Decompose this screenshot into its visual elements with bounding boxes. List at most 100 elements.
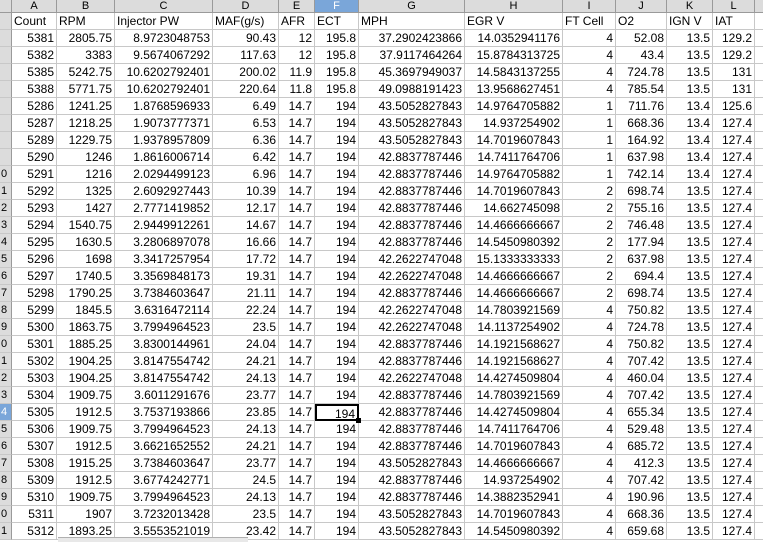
cell[interactable]: 3.8147554742 (115, 370, 213, 387)
cell[interactable]: 13.5 (667, 47, 713, 64)
cell[interactable]: 750.82 (616, 302, 667, 319)
cell[interactable]: 5301 (12, 336, 57, 353)
cell[interactable]: 195.8 (315, 30, 359, 47)
cell[interactable]: 194 (315, 132, 359, 149)
cell[interactable]: 14.7 (279, 132, 315, 149)
cell[interactable]: 3.6774242771 (115, 472, 213, 489)
cell[interactable]: 14.7 (279, 506, 315, 523)
cell[interactable]: 13.5 (667, 234, 713, 251)
cell[interactable]: 1912.5 (57, 472, 115, 489)
active-cell[interactable]: 194 (315, 404, 359, 421)
cell[interactable] (755, 81, 763, 98)
cell[interactable]: 24.13 (213, 421, 279, 438)
cell[interactable] (755, 234, 763, 251)
column-header-j[interactable]: J (616, 0, 667, 12)
cell[interactable]: 5308 (12, 455, 57, 472)
cell[interactable]: 13.5 (667, 438, 713, 455)
cell[interactable]: 637.98 (616, 149, 667, 166)
cell[interactable]: 194 (315, 217, 359, 234)
cell[interactable]: 3.7994964523 (115, 421, 213, 438)
cell[interactable]: 127.4 (713, 455, 755, 472)
cell[interactable]: 117.63 (213, 47, 279, 64)
cell[interactable]: 14.7 (279, 523, 315, 540)
cell[interactable] (755, 217, 763, 234)
cell[interactable]: 14.9764705882 (465, 166, 563, 183)
cell[interactable]: 5312 (12, 523, 57, 540)
cell[interactable]: 13.4 (667, 149, 713, 166)
cell[interactable] (755, 149, 763, 166)
cell[interactable]: 13.5 (667, 489, 713, 506)
cell[interactable]: 13.5 (667, 200, 713, 217)
cell[interactable]: 1229.75 (57, 132, 115, 149)
cell[interactable]: 4 (563, 353, 616, 370)
cell[interactable]: 3.3569848173 (115, 268, 213, 285)
cell[interactable]: 4 (563, 81, 616, 98)
column-title-cell[interactable]: FT Cell (563, 13, 616, 30)
cell[interactable]: 5289 (12, 132, 57, 149)
cell[interactable]: 5298 (12, 285, 57, 302)
cell[interactable]: 1863.75 (57, 319, 115, 336)
cell[interactable]: 5302 (12, 353, 57, 370)
cell[interactable]: 194 (315, 183, 359, 200)
cell[interactable]: 14.0352941176 (465, 30, 563, 47)
cell[interactable]: 194 (315, 387, 359, 404)
cell[interactable]: 15.1333333333 (465, 251, 563, 268)
cell[interactable]: 4 (563, 438, 616, 455)
cell[interactable]: 200.02 (213, 64, 279, 81)
cell[interactable]: 4 (563, 489, 616, 506)
cell[interactable]: 5311 (12, 506, 57, 523)
cell[interactable]: 127.4 (713, 438, 755, 455)
cell[interactable]: 127.4 (713, 353, 755, 370)
cell[interactable]: 655.34 (616, 404, 667, 421)
cell[interactable] (755, 302, 763, 319)
cell[interactable]: 5295 (12, 234, 57, 251)
cell[interactable]: 3.8147554742 (115, 353, 213, 370)
cell[interactable]: 5293 (12, 200, 57, 217)
row-header[interactable]: 6 (0, 438, 12, 455)
cell[interactable]: 4 (563, 421, 616, 438)
cell[interactable] (755, 319, 763, 336)
cell[interactable]: 698.74 (616, 183, 667, 200)
cell[interactable]: 42.8837787446 (359, 200, 465, 217)
cell[interactable]: 5305 (12, 404, 57, 421)
cell[interactable]: 14.7 (279, 200, 315, 217)
cell[interactable]: 12 (279, 30, 315, 47)
cell[interactable]: 2 (563, 251, 616, 268)
cell[interactable]: 14.5843137255 (465, 64, 563, 81)
cell[interactable]: 127.4 (713, 421, 755, 438)
cell[interactable]: 1.9378957809 (115, 132, 213, 149)
cell[interactable]: 13.5 (667, 268, 713, 285)
cell[interactable]: 14.937254902 (465, 115, 563, 132)
cell[interactable]: 194 (315, 421, 359, 438)
cell[interactable]: 3383 (57, 47, 115, 64)
cell[interactable]: 707.42 (616, 387, 667, 404)
cell[interactable]: 14.9764705882 (465, 98, 563, 115)
cell[interactable]: 707.42 (616, 472, 667, 489)
cell[interactable]: 2 (563, 200, 616, 217)
cell[interactable]: 1325 (57, 183, 115, 200)
cell[interactable]: 194 (315, 268, 359, 285)
cell[interactable]: 12 (279, 47, 315, 64)
horizontal-scrollbar[interactable] (58, 537, 248, 542)
cell[interactable]: 785.54 (616, 81, 667, 98)
cell[interactable]: 42.8837787446 (359, 404, 465, 421)
cell[interactable] (755, 251, 763, 268)
cell[interactable]: 4 (563, 523, 616, 540)
cell[interactable] (755, 200, 763, 217)
cell[interactable]: 14.1921568627 (465, 353, 563, 370)
cell[interactable]: 23.77 (213, 455, 279, 472)
row-header[interactable]: 7 (0, 285, 12, 302)
cell[interactable]: 13.5 (667, 302, 713, 319)
cell[interactable]: 2805.75 (57, 30, 115, 47)
cell[interactable]: 1915.25 (57, 455, 115, 472)
cell[interactable] (755, 13, 763, 30)
cell[interactable]: 42.2622747048 (359, 302, 465, 319)
cell[interactable]: 707.42 (616, 353, 667, 370)
cell[interactable]: 37.9117464264 (359, 47, 465, 64)
row-header[interactable]: 4 (0, 404, 12, 421)
row-header[interactable] (0, 149, 12, 166)
cell[interactable]: 3.7994964523 (115, 489, 213, 506)
cell[interactable]: 14.5450980392 (465, 234, 563, 251)
cell[interactable]: 42.8837787446 (359, 149, 465, 166)
cell[interactable]: 4 (563, 302, 616, 319)
